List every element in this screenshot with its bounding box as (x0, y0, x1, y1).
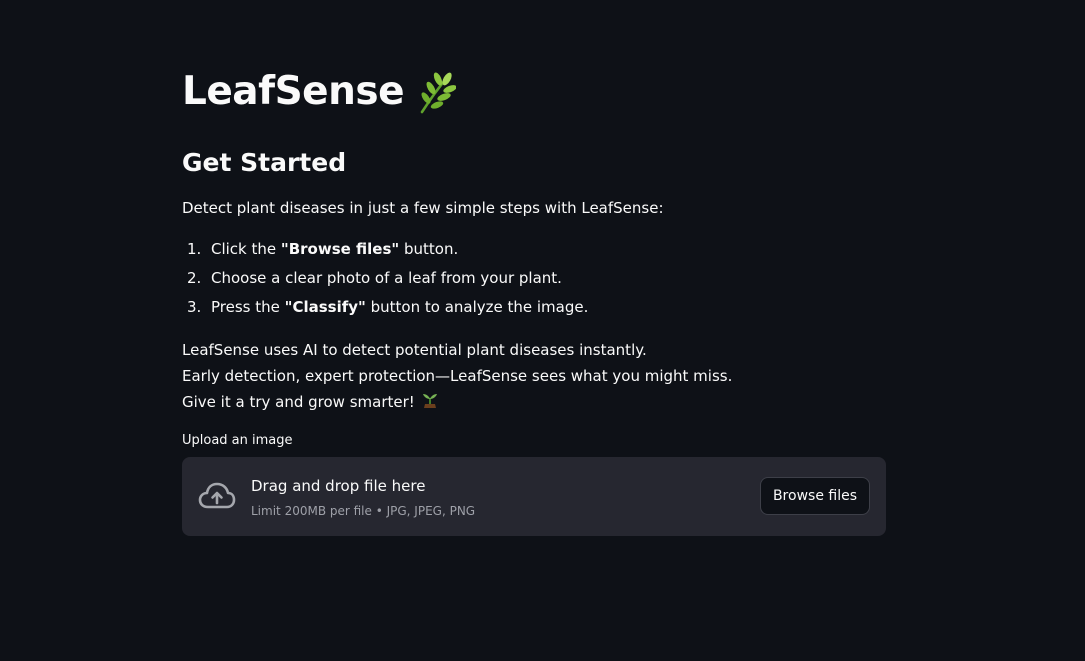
step-text: Press the "Classify" button to analyze t… (211, 298, 589, 316)
upload-label: Upload an image (182, 433, 293, 448)
browse-files-button[interactable]: Browse files (759, 477, 870, 515)
list-item: 1. Click the "Browse files" button. (182, 238, 588, 267)
file-dropzone[interactable]: Drag and drop file here Limit 200MB per … (182, 457, 886, 536)
dropzone-title: Drag and drop file here (251, 477, 426, 495)
about-text: LeafSense uses AI to detect potential pl… (182, 337, 732, 415)
intro-text: Detect plant diseases in just a few simp… (182, 199, 664, 217)
about-line: Early detection, expert protection—LeafS… (182, 367, 733, 385)
list-item: 2. Choose a clear photo of a leaf from y… (182, 267, 588, 296)
steps-list: 1. Click the "Browse files" button. 2. C… (182, 238, 588, 325)
step-number: 2. (187, 269, 202, 287)
step-text: Click the "Browse files" button. (211, 240, 459, 258)
step-number: 1. (187, 240, 202, 258)
cloud-upload-icon (198, 482, 236, 509)
seedling-icon (422, 394, 437, 408)
step-text: Choose a clear photo of a leaf from your… (211, 269, 562, 287)
list-item: 3. Press the "Classify" button to analyz… (182, 296, 588, 325)
dropzone-subtitle: Limit 200MB per file • JPG, JPEG, PNG (251, 504, 476, 518)
page-title-text: LeafSense (182, 69, 405, 114)
page-title: LeafSense (182, 64, 457, 120)
about-line: LeafSense uses AI to detect potential pl… (182, 341, 647, 359)
section-heading: Get Started (182, 148, 347, 177)
about-line: Give it a try and grow smarter! (182, 393, 415, 411)
herb-icon (420, 72, 457, 114)
step-number: 3. (187, 298, 202, 316)
